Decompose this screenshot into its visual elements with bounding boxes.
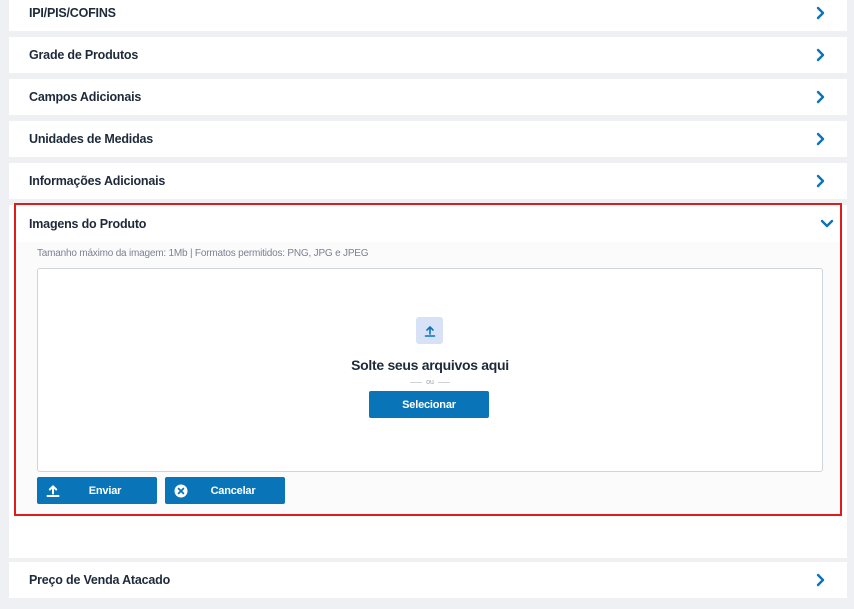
cancel-button[interactable]: Cancelar <box>165 477 285 504</box>
file-dropzone[interactable]: Solte seus arquivos aqui ou Selecionar <box>37 268 823 472</box>
accordion-informacoes-adicionais[interactable]: Informações Adicionais <box>9 163 847 199</box>
accordion-title: Unidades de Medidas <box>29 132 154 146</box>
send-button[interactable]: Enviar <box>37 477 157 504</box>
chevron-right-icon[interactable] <box>814 132 828 146</box>
chevron-right-icon[interactable] <box>814 174 828 188</box>
accordion-title: Imagens do Produto <box>29 216 147 231</box>
chevron-right-icon[interactable] <box>814 48 828 62</box>
accordion-unidades-de-medidas[interactable]: Unidades de Medidas <box>9 121 847 157</box>
accordion-title: Informações Adicionais <box>29 174 166 188</box>
upload-hint: Tamanho máximo da imagem: 1Mb | Formatos… <box>37 248 369 259</box>
close-circle-icon <box>173 483 189 499</box>
accordion-title: Preço de Venda Atacado <box>29 573 171 587</box>
dropzone-title: Solte seus arquivos aqui <box>351 357 509 373</box>
chevron-right-icon[interactable] <box>814 6 828 20</box>
accordion-grade-de-produtos[interactable]: Grade de Produtos <box>9 37 847 73</box>
chevron-down-icon[interactable] <box>820 217 834 231</box>
accordion-title: IPI/PIS/COFINS <box>29 6 116 20</box>
or-text: ou <box>426 378 434 386</box>
select-files-button[interactable]: Selecionar <box>369 391 489 418</box>
accordion-title: Campos Adicionais <box>29 90 142 104</box>
upload-panel: Tamanho máximo da imagem: 1Mb | Formatos… <box>16 242 840 514</box>
upload-icon <box>45 483 61 499</box>
accordion-campos-adicionais[interactable]: Campos Adicionais <box>9 79 847 115</box>
chevron-right-icon[interactable] <box>814 573 828 587</box>
accordion-ipi-pis-cofins[interactable]: IPI/PIS/COFINS <box>9 0 847 31</box>
accordion-title: Grade de Produtos <box>29 48 139 62</box>
accordion-imagens-do-produto: Imagens do Produto Tamanho máximo da ima… <box>14 203 842 516</box>
chevron-right-icon[interactable] <box>814 90 828 104</box>
accordion-preco-de-venda-atacado[interactable]: Preço de Venda Atacado <box>9 562 847 598</box>
accordion-header[interactable]: Imagens do Produto <box>16 205 840 242</box>
or-divider: ou <box>408 377 452 387</box>
upload-icon <box>416 317 443 344</box>
